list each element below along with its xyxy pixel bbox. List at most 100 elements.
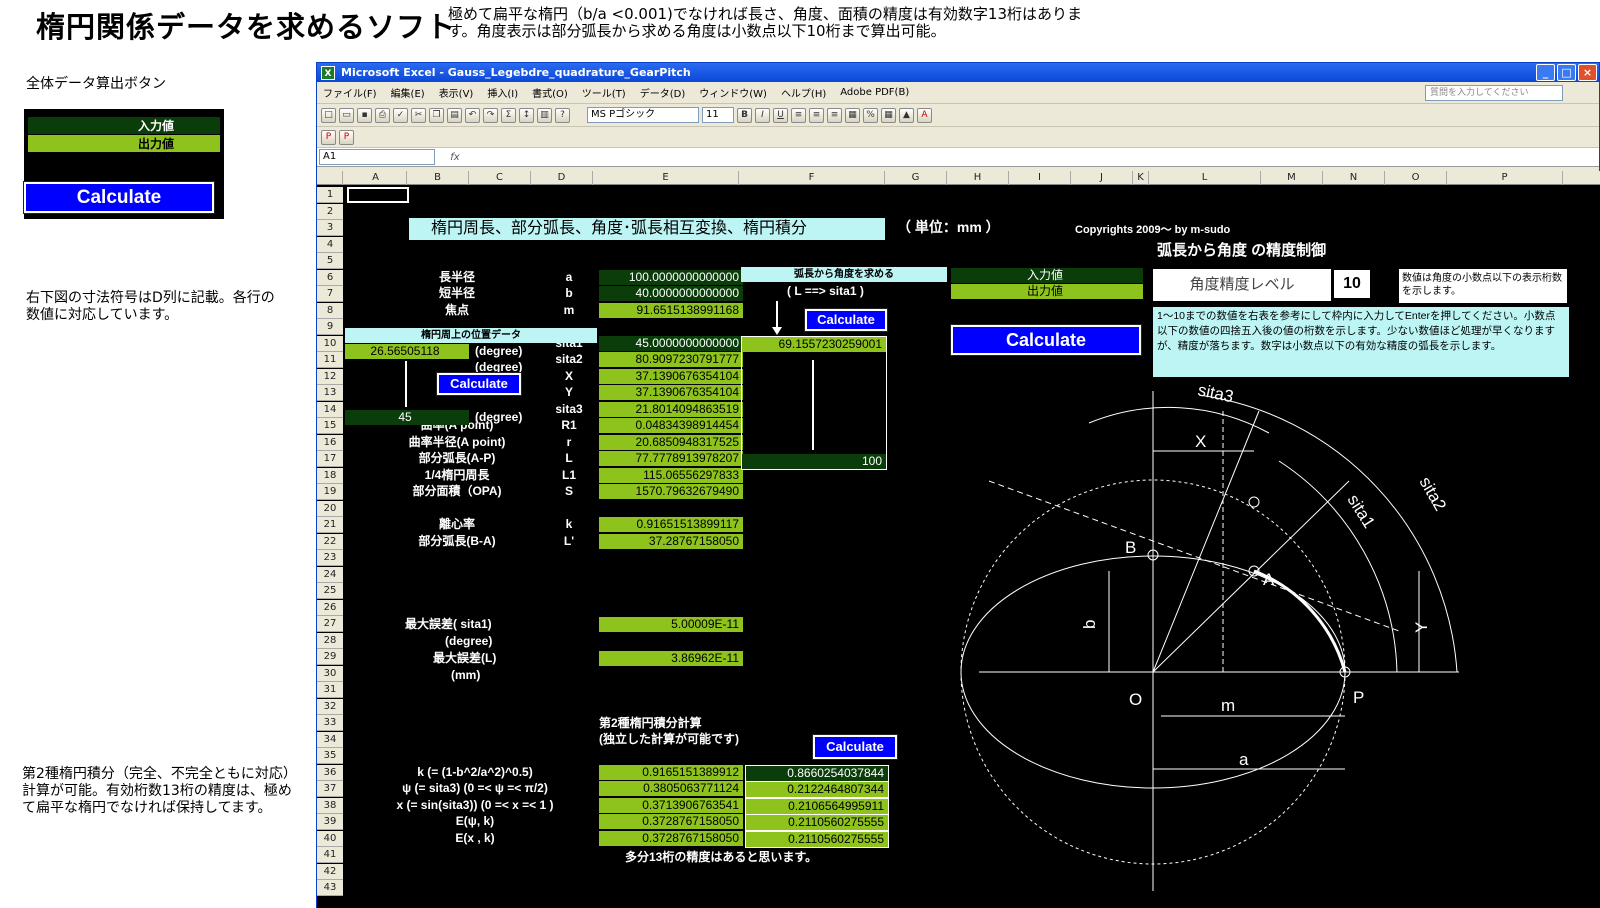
column-header[interactable]: G — [885, 171, 947, 185]
row-value[interactable]: 40.0000000000000 — [599, 286, 743, 301]
column-header[interactable]: P — [1447, 171, 1563, 185]
row-header[interactable]: 10 — [317, 335, 343, 352]
menu-item[interactable]: ファイル(F) — [323, 85, 377, 100]
row-header[interactable]: 8 — [317, 302, 343, 319]
column-header[interactable]: B — [407, 171, 469, 185]
row-header[interactable]: 18 — [317, 467, 343, 484]
align-left-icon[interactable]: ≡ — [791, 107, 806, 123]
row-header[interactable]: 35 — [317, 748, 343, 764]
menu-item[interactable]: ヘルプ(H) — [781, 85, 826, 100]
new-icon[interactable]: □ — [321, 107, 336, 123]
row-header[interactable]: 26 — [317, 599, 343, 616]
row-header[interactable]: 43 — [317, 880, 343, 896]
cut-icon[interactable]: ✂ — [411, 107, 426, 123]
column-header[interactable]: I — [1009, 171, 1071, 185]
save-icon[interactable]: ▪ — [357, 107, 372, 123]
row-header[interactable]: 31 — [317, 682, 343, 698]
paste-icon[interactable]: ▤ — [447, 107, 462, 123]
font-size-select[interactable]: 11 — [702, 107, 734, 123]
pdf-icon[interactable]: P — [321, 129, 336, 145]
sum-icon[interactable]: Σ — [501, 107, 516, 123]
cell-a10[interactable]: 26.56505118 — [345, 344, 469, 359]
row-header[interactable]: 7 — [317, 286, 343, 302]
selected-cell-a1[interactable] — [347, 187, 409, 203]
menu-item[interactable]: ウィンドウ(W) — [699, 85, 767, 100]
row-header[interactable]: 29 — [317, 649, 343, 665]
menu-item[interactable]: データ(D) — [640, 85, 686, 100]
calculate-conv-button[interactable]: Calculate — [804, 308, 888, 332]
open-icon[interactable]: ▭ — [339, 107, 354, 123]
row-header[interactable]: 9 — [317, 319, 343, 335]
row-header[interactable]: 16 — [317, 434, 343, 451]
cell-a14[interactable]: 45 — [345, 410, 469, 425]
menu-item[interactable]: Adobe PDF(B) — [840, 87, 909, 98]
spell-icon[interactable]: ✓ — [393, 107, 408, 123]
menu-item[interactable]: 表示(V) — [439, 85, 474, 100]
row-header[interactable]: 40 — [317, 830, 343, 847]
menu-item[interactable]: 編集(E) — [391, 85, 425, 100]
column-header[interactable]: D — [531, 171, 593, 185]
row-header[interactable]: 39 — [317, 814, 343, 830]
calculate-precision-button[interactable]: Calculate — [950, 324, 1142, 356]
row-header[interactable]: 13 — [317, 385, 343, 401]
row-header[interactable]: 22 — [317, 533, 343, 550]
row-header[interactable]: 19 — [317, 484, 343, 500]
font-select[interactable]: MS Pゴシック — [587, 107, 699, 123]
row-header[interactable]: 17 — [317, 451, 343, 467]
help-search-input[interactable]: 質問を入力してください — [1425, 85, 1563, 101]
minimize-icon[interactable]: _ — [1536, 64, 1555, 81]
row-header[interactable]: 32 — [317, 698, 343, 715]
row-header[interactable]: 36 — [317, 764, 343, 781]
bold-icon[interactable]: B — [737, 107, 752, 123]
column-header[interactable]: E — [593, 171, 739, 185]
undo-icon[interactable]: ↶ — [465, 107, 480, 123]
help-icon[interactable]: ? — [555, 107, 570, 123]
font-color-icon[interactable]: A — [917, 107, 932, 123]
row-header[interactable]: 28 — [317, 632, 343, 649]
row-header[interactable]: 3 — [317, 220, 343, 236]
column-header[interactable]: C — [469, 171, 531, 185]
corner-cell[interactable] — [317, 171, 343, 185]
integral-value-alt[interactable]: 0.8660254037844 — [745, 764, 889, 782]
column-header[interactable]: K — [1133, 171, 1149, 185]
pdf-mail-icon[interactable]: P — [339, 129, 354, 145]
row-header[interactable]: 6 — [317, 269, 343, 286]
percent-icon[interactable]: % — [863, 107, 878, 123]
row-header[interactable]: 21 — [317, 517, 343, 533]
row-header[interactable]: 2 — [317, 203, 343, 220]
underline-icon[interactable]: U — [773, 107, 788, 123]
fill-color-icon[interactable]: ▲ — [899, 107, 914, 123]
row-header[interactable]: 25 — [317, 583, 343, 599]
merge-icon[interactable]: ▦ — [845, 107, 860, 123]
column-header[interactable]: L — [1149, 171, 1261, 185]
row-header[interactable]: 27 — [317, 616, 343, 632]
align-right-icon[interactable]: ≡ — [827, 107, 842, 123]
row-header[interactable]: 37 — [317, 781, 343, 797]
row-header[interactable]: 30 — [317, 665, 343, 682]
calculate-position-button[interactable]: Calculate — [436, 372, 522, 396]
row-header[interactable]: 11 — [317, 352, 343, 368]
row-header[interactable]: 5 — [317, 253, 343, 269]
column-header[interactable]: F — [739, 171, 885, 185]
column-header[interactable]: M — [1261, 171, 1323, 185]
column-header[interactable]: H — [947, 171, 1009, 185]
row-header[interactable]: 42 — [317, 863, 343, 880]
column-header[interactable]: O — [1385, 171, 1447, 185]
calculate-integral-button[interactable]: Calculate — [812, 734, 898, 760]
copy-icon[interactable]: ❐ — [429, 107, 444, 123]
row-header[interactable]: 15 — [317, 418, 343, 434]
close-icon[interactable]: × — [1578, 64, 1597, 81]
column-header[interactable]: J — [1071, 171, 1133, 185]
border-icon[interactable]: ▦ — [881, 107, 896, 123]
calculate-all-button[interactable]: Calculate — [23, 181, 215, 214]
row-header[interactable]: 41 — [317, 847, 343, 863]
row-value[interactable]: 100.0000000000000 — [599, 269, 743, 285]
name-box[interactable]: A1 — [319, 149, 435, 165]
formula-input[interactable] — [475, 149, 1599, 165]
conv-input[interactable]: 100 — [742, 454, 886, 469]
row-header[interactable]: 34 — [317, 731, 343, 748]
row-header[interactable]: 12 — [317, 368, 343, 385]
menu-item[interactable]: 書式(O) — [532, 85, 568, 100]
redo-icon[interactable]: ↷ — [483, 107, 498, 123]
chart-icon[interactable]: ▥ — [537, 107, 552, 123]
